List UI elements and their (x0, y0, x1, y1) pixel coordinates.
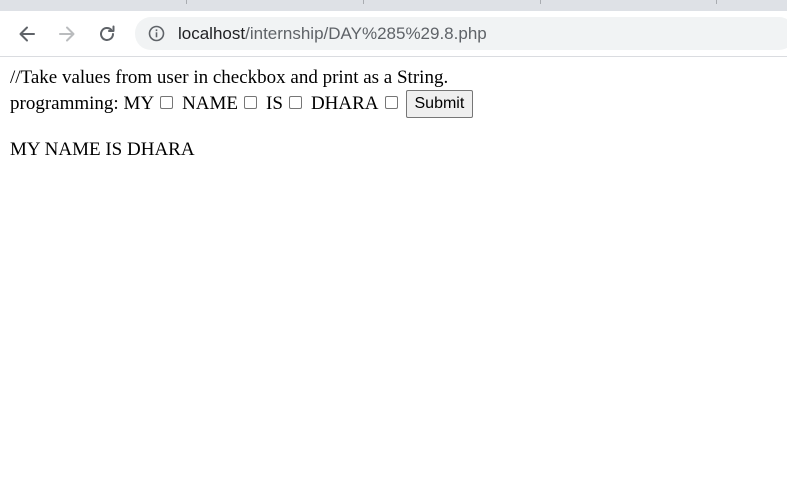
checkbox-label-is: IS (266, 93, 283, 114)
tab-separator (186, 0, 187, 4)
tab-separator (540, 0, 541, 4)
forward-button[interactable] (55, 22, 79, 46)
form-label: programming: (10, 93, 119, 114)
url-text[interactable]: localhost/internship/DAY%285%29.8.php (178, 23, 487, 44)
tab-separator (716, 0, 717, 4)
checkbox-label-name: NAME (182, 93, 239, 114)
output-text: MY NAME IS DHARA (10, 139, 195, 160)
checkbox-form: programming: MY NAME IS DHARA Submit (10, 90, 474, 118)
reload-button[interactable] (95, 22, 119, 46)
url-host: localhost (178, 24, 246, 43)
checkbox-label-my: MY (123, 93, 155, 114)
address-bar[interactable]: localhost/internship/DAY%285%29.8.php (135, 17, 787, 50)
checkbox-name[interactable] (244, 95, 258, 109)
browser-toolbar: localhost/internship/DAY%285%29.8.php (0, 11, 787, 57)
comment-line: //Take values from user in checkbox and … (10, 67, 449, 88)
url-path: /internship/DAY%285%29.8.php (245, 24, 487, 43)
page-content: //Take values from user in checkbox and … (10, 66, 474, 118)
checkbox-dhara[interactable] (384, 95, 398, 109)
back-button[interactable] (15, 22, 39, 46)
info-icon[interactable] (148, 25, 165, 42)
submit-button[interactable]: Submit (405, 90, 474, 118)
reload-icon (100, 25, 115, 41)
checkbox-my[interactable] (160, 95, 174, 109)
tab-strip (0, 0, 787, 11)
arrow-right-icon (59, 26, 75, 42)
checkbox-label-dhara: DHARA (310, 93, 379, 114)
checkbox-is[interactable] (288, 95, 302, 109)
arrow-left-icon (19, 26, 35, 42)
tab-separator (363, 0, 364, 4)
